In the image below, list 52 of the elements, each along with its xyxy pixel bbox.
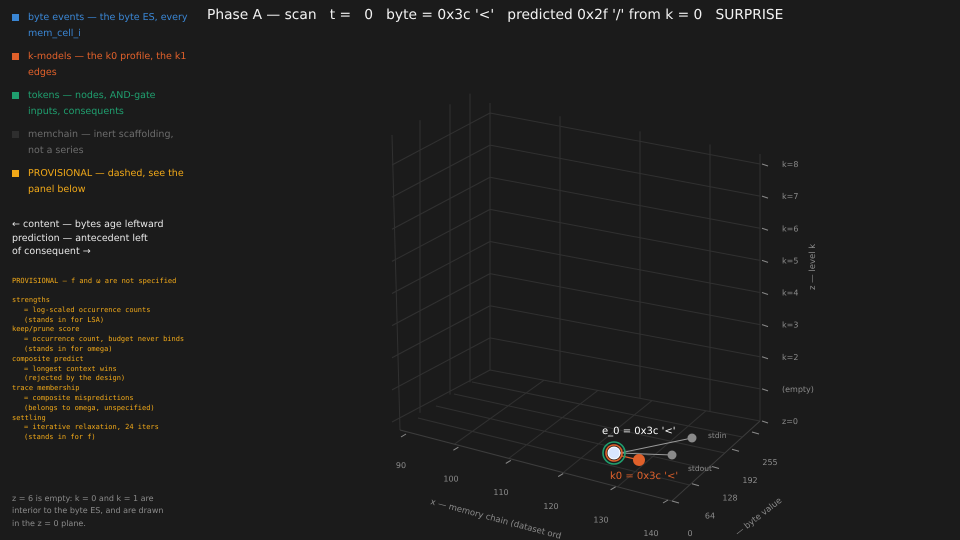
y-tick-label: 128 bbox=[722, 494, 738, 502]
legend-label: memchain — inert scaffolding, not a series bbox=[28, 128, 175, 158]
x-tick-label: 130 bbox=[593, 515, 609, 524]
z-tick-label: k=7 bbox=[782, 192, 798, 202]
tick-mark bbox=[400, 434, 406, 438]
z-tick-label: k=8 bbox=[782, 160, 798, 169]
y-tick-label: 0 bbox=[687, 529, 693, 538]
z-tick-label: z=0 bbox=[782, 417, 798, 426]
x-tick-label: 100 bbox=[443, 474, 459, 484]
tick-mark bbox=[762, 420, 768, 424]
legend-label: byte events — the byte ES, every mem_cell_i bbox=[28, 11, 188, 41]
kmodel-node-icon bbox=[633, 454, 645, 466]
tick-mark bbox=[712, 466, 720, 469]
x-tick-label: 120 bbox=[543, 502, 559, 511]
direction-note: ← content — bytes age leftward prediction — antecedent left of consequent → bbox=[12, 218, 165, 258]
tick-mark bbox=[692, 483, 700, 486]
tick-mark bbox=[732, 448, 740, 452]
tick-mark bbox=[762, 196, 768, 199]
legend-label: PROVISIONAL — dashed, see the panel below bbox=[28, 167, 185, 197]
y-tick-label: 192 bbox=[742, 476, 758, 485]
tick-mark bbox=[762, 260, 768, 263]
z-tick-label: k=6 bbox=[782, 224, 798, 234]
y-tick-label: 64 bbox=[704, 511, 716, 520]
legend-label: k-models — the k0 profile, the k1 edges bbox=[28, 50, 188, 80]
tick-mark bbox=[505, 460, 512, 464]
event-node-icon bbox=[602, 441, 626, 465]
tick-mark bbox=[762, 164, 768, 166]
tick-mark bbox=[610, 486, 616, 490]
node-label: k0 = 0x3c '<' bbox=[610, 471, 678, 482]
z-tick-label: k=3 bbox=[782, 320, 798, 330]
tick-mark bbox=[762, 228, 768, 231]
z-axis-title: z — level k bbox=[808, 244, 818, 290]
plot-title: Phase A — scan t = 0 byte = 0x3c '<' predicted 0x2f '/' from k = 0 SURPRISE bbox=[207, 7, 784, 23]
io-node-icon bbox=[688, 434, 696, 442]
y-tick-label: 255 bbox=[762, 458, 778, 467]
tick-mark bbox=[762, 388, 768, 392]
tick-mark bbox=[452, 446, 459, 451]
x-tick-label: 140 bbox=[643, 529, 659, 538]
footnote: z = 6 is empty: k = 0 and k = 1 are interior to the byte ES, and are drawn in the z = 0 plane. bbox=[12, 492, 164, 530]
x-tick-label: 90 bbox=[396, 461, 406, 470]
tick-mark bbox=[762, 324, 768, 328]
node-label: e_0 = 0x3c '<' bbox=[602, 426, 676, 437]
tick-mark bbox=[762, 292, 768, 295]
z-tick-label: (empty) bbox=[782, 384, 814, 394]
z-tick-label: k=5 bbox=[782, 256, 798, 266]
io-node-icon bbox=[668, 450, 676, 460]
legend-label: tokens — nodes, AND-gate inputs, consequents bbox=[28, 89, 157, 119]
x-tick-label: 110 bbox=[493, 488, 509, 498]
z-tick-label: k=2 bbox=[782, 352, 798, 362]
z-tick-label: k=4 bbox=[782, 288, 798, 298]
tick-mark bbox=[762, 356, 768, 360]
tick-mark bbox=[558, 473, 564, 478]
